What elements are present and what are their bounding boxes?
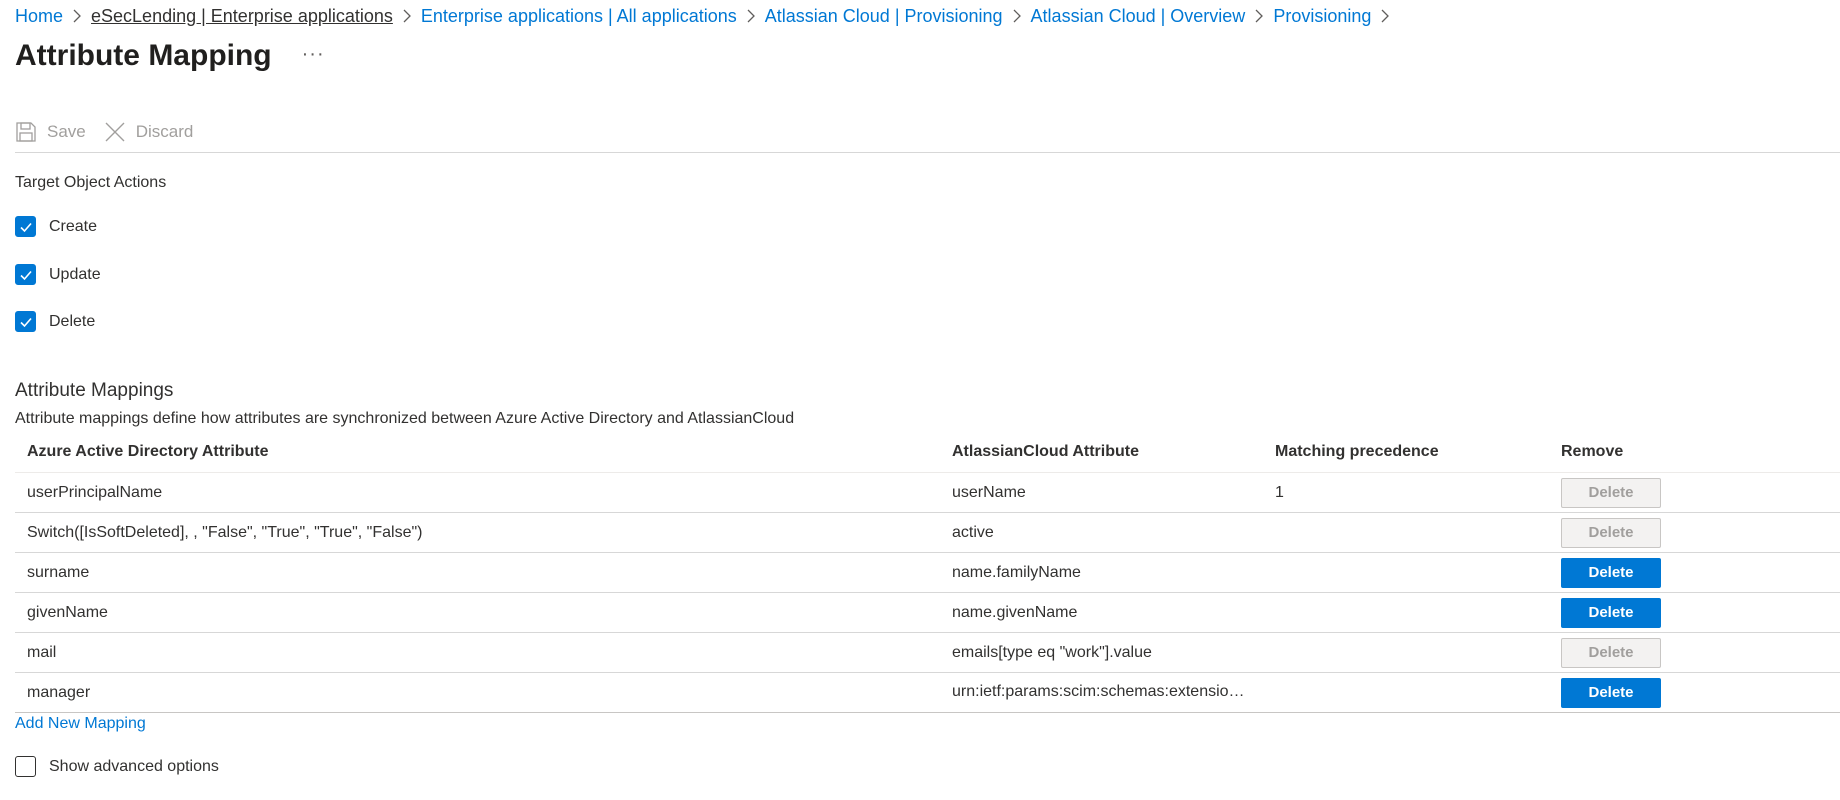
chevron-right-icon: [393, 9, 421, 23]
precedence-cell: [1263, 512, 1549, 553]
table-row[interactable]: userPrincipalName userName 1 Delete: [15, 472, 1840, 513]
create-checkbox[interactable]: [15, 216, 36, 237]
table-header-row: Azure Active Directory Attribute Atlassi…: [15, 432, 1840, 473]
add-new-mapping-link[interactable]: Add New Mapping: [15, 715, 146, 733]
breadcrumb-atlassian-overview[interactable]: Atlassian Cloud | Overview: [1031, 6, 1246, 27]
toolbar-divider: [15, 152, 1840, 153]
chevron-right-icon: [737, 9, 765, 23]
delete-mapping-button: Delete: [1561, 517, 1661, 548]
breadcrumb-all-applications[interactable]: Enterprise applications | All applicatio…: [421, 6, 737, 27]
remove-cell: Delete: [1549, 552, 1840, 593]
table-row[interactable]: givenName name.givenName Delete: [15, 592, 1840, 633]
chevron-right-icon: [63, 9, 91, 23]
target-attribute-cell: urn:ietf:params:scim:schemas:extension:e…: [940, 672, 1263, 713]
discard-label: Discard: [135, 122, 194, 141]
update-label: Update: [49, 265, 101, 283]
breadcrumb-eseclending-enterprise-apps[interactable]: eSecLending | Enterprise applications: [91, 6, 393, 27]
breadcrumb: Home eSecLending | Enterprise applicatio…: [15, 4, 1399, 28]
chevron-right-icon: [1003, 9, 1031, 23]
source-attribute-cell[interactable]: surname: [15, 552, 940, 593]
precedence-cell: [1263, 552, 1549, 593]
column-header-remove: Remove: [1549, 432, 1840, 473]
breadcrumb-provisioning[interactable]: Provisioning: [1273, 6, 1371, 27]
save-label: Save: [47, 122, 86, 141]
command-bar: Save Discard: [15, 114, 211, 150]
delete-mapping-button: Delete: [1561, 637, 1661, 668]
checkmark-icon: [19, 222, 32, 232]
update-checkbox[interactable]: [15, 264, 36, 285]
source-attribute-cell[interactable]: givenName: [15, 592, 940, 633]
close-icon: [105, 122, 125, 142]
update-option: Update: [15, 264, 101, 285]
target-attribute-text: urn:ietf:params:scim:schemas:extension:e…: [952, 683, 1252, 701]
title-row: Attribute Mapping ···: [15, 36, 325, 76]
source-attribute-cell[interactable]: mail: [15, 632, 940, 673]
chevron-right-icon: [1371, 9, 1399, 23]
column-header-target: AtlassianCloud Attribute: [940, 432, 1263, 473]
delete-label: Delete: [49, 312, 96, 330]
precedence-cell: [1263, 592, 1549, 633]
target-object-actions-label: Target Object Actions: [15, 174, 167, 191]
target-attribute-cell: userName: [940, 472, 1263, 513]
remove-cell: Delete: [1549, 512, 1840, 553]
remove-cell: Delete: [1549, 472, 1840, 513]
attribute-mappings-heading: Attribute Mappings: [15, 380, 174, 401]
checkmark-icon: [19, 270, 32, 280]
delete-mapping-button: Delete: [1561, 477, 1661, 508]
remove-cell: Delete: [1549, 632, 1840, 673]
precedence-cell: 1: [1263, 472, 1549, 513]
show-advanced-options-label: Show advanced options: [49, 757, 219, 775]
breadcrumb-home[interactable]: Home: [15, 6, 63, 27]
checkmark-icon: [19, 317, 32, 327]
breadcrumb-atlassian-provisioning[interactable]: Atlassian Cloud | Provisioning: [765, 6, 1003, 27]
discard-button[interactable]: Discard: [104, 121, 194, 143]
column-header-source: Azure Active Directory Attribute: [15, 432, 940, 473]
source-attribute-cell[interactable]: Switch([IsSoftDeleted], , "False", "True…: [15, 512, 940, 553]
page-title: Attribute Mapping: [15, 39, 272, 72]
save-icon: [16, 122, 36, 142]
remove-cell: Delete: [1549, 592, 1840, 633]
save-button[interactable]: Save: [15, 121, 86, 143]
source-attribute-cell[interactable]: userPrincipalName: [15, 472, 940, 513]
target-attribute-cell: name.familyName: [940, 552, 1263, 593]
table-row[interactable]: manager urn:ietf:params:scim:schemas:ext…: [15, 672, 1840, 713]
remove-cell: Delete: [1549, 672, 1840, 713]
target-attribute-cell: name.givenName: [940, 592, 1263, 633]
show-advanced-options: Show advanced options: [15, 756, 219, 777]
table-row[interactable]: mail emails[type eq "work"].value Delete: [15, 632, 1840, 673]
precedence-cell: [1263, 632, 1549, 673]
source-attribute-cell[interactable]: manager: [15, 672, 940, 713]
column-header-precedence: Matching precedence: [1263, 432, 1549, 473]
delete-mapping-button[interactable]: Delete: [1561, 557, 1661, 588]
delete-mapping-button[interactable]: Delete: [1561, 677, 1661, 708]
table-row[interactable]: surname name.familyName Delete: [15, 552, 1840, 593]
chevron-right-icon: [1245, 9, 1273, 23]
target-attribute-cell: active: [940, 512, 1263, 553]
create-option: Create: [15, 216, 97, 237]
delete-option: Delete: [15, 311, 95, 332]
delete-mapping-button[interactable]: Delete: [1561, 597, 1661, 628]
precedence-cell: [1263, 672, 1549, 713]
show-advanced-options-checkbox[interactable]: [15, 756, 36, 777]
table-row[interactable]: Switch([IsSoftDeleted], , "False", "True…: [15, 512, 1840, 553]
attribute-mappings-table: Azure Active Directory Attribute Atlassi…: [15, 432, 1840, 713]
more-options-icon[interactable]: ···: [302, 43, 325, 66]
delete-checkbox[interactable]: [15, 311, 36, 332]
target-attribute-cell: emails[type eq "work"].value: [940, 632, 1263, 673]
create-label: Create: [49, 217, 98, 235]
attribute-mappings-description: Attribute mappings define how attributes…: [15, 410, 795, 427]
